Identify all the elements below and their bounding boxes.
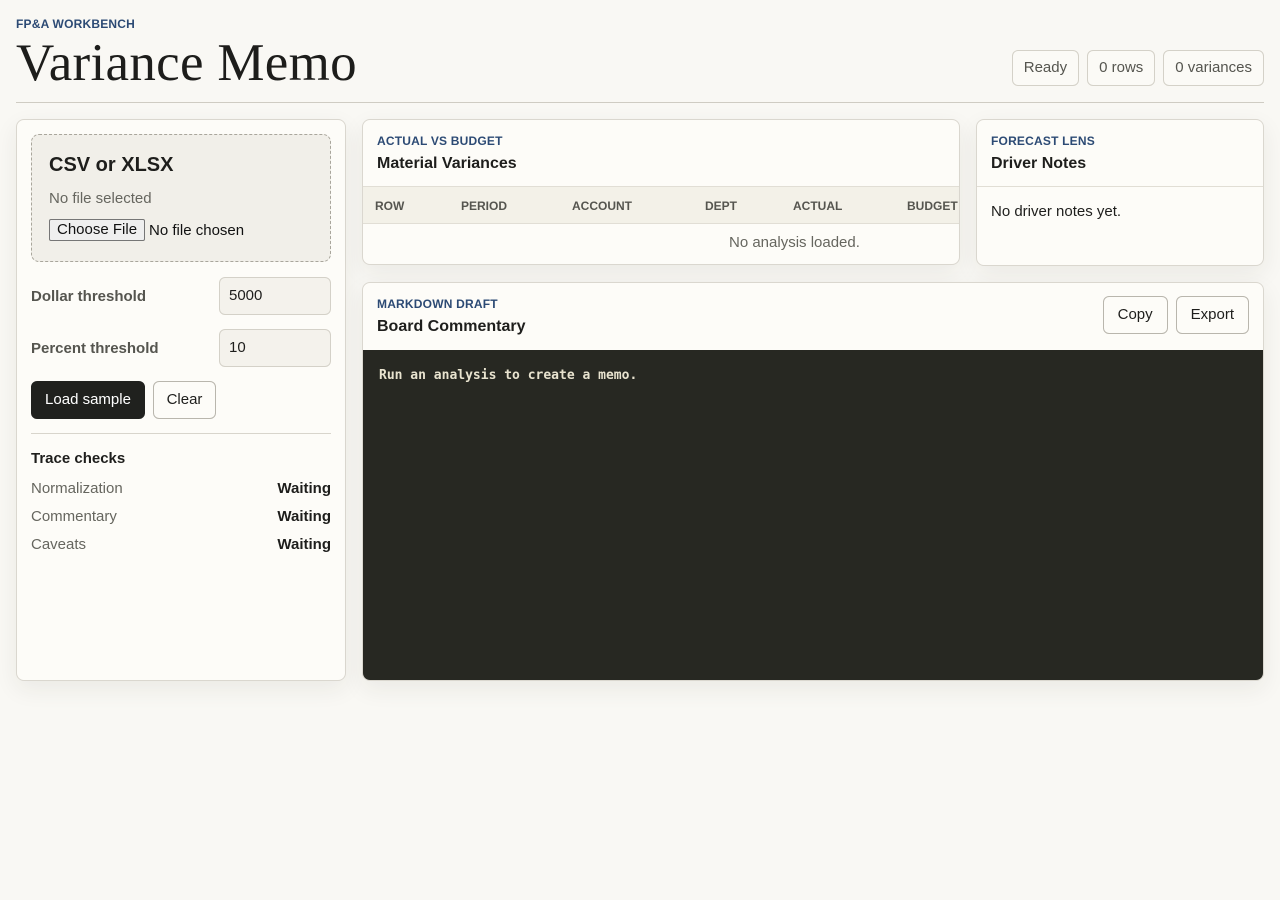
percent-threshold-input[interactable]: 10 [219,329,331,367]
file-status: No file selected [49,190,152,207]
trace-check-state: Waiting [277,536,331,553]
status-pills: Ready 0 rows 0 variances [1011,50,1264,86]
drivers-title: Driver Notes [991,155,1087,172]
memo-text: Run an analysis to create a memo. [379,368,638,383]
column-header-dept[interactable]: DEPT [705,199,737,213]
status-badge: Ready [1011,50,1080,86]
file-dropzone[interactable]: CSV or XLSX No file selected Choose File… [31,134,331,262]
column-header-row[interactable]: ROW [375,199,404,213]
file-chosen-text: No file chosen [149,221,245,239]
page-header: FP&A WORKBENCH Variance Memo Ready 0 row… [16,17,1264,103]
trace-check-name: Normalization [31,480,123,497]
load-sample-button[interactable]: Load sample [31,381,145,419]
variances-table-header: ROW PERIOD ACCOUNT DEPT ACTUAL BUDGET [363,186,959,224]
memo-title: Board Commentary [377,318,526,335]
variance-count-badge: 0 variances [1163,50,1264,86]
file-input[interactable]: Choose File No file chosen [49,219,244,241]
page-title: Variance Memo [16,34,357,92]
copy-button[interactable]: Copy [1102,296,1168,334]
board-commentary-panel: MARKDOWN DRAFT Board Commentary Copy Exp… [362,282,1264,681]
column-header-period[interactable]: PERIOD [461,199,507,213]
trace-check-row: Caveats Waiting [31,536,331,553]
trace-check-row: Normalization Waiting [31,480,331,497]
controls-panel: CSV or XLSX No file selected Choose File… [16,119,346,681]
variances-title: Material Variances [377,155,517,172]
memo-eyebrow: MARKDOWN DRAFT [377,297,498,311]
variances-empty-message: No analysis loaded. [729,234,860,251]
dropzone-title: CSV or XLSX [49,154,174,176]
app-eyebrow: FP&A WORKBENCH [16,17,136,31]
drivers-empty-message: No driver notes yet. [991,203,1122,220]
trace-check-state: Waiting [277,480,331,497]
trace-check-name: Commentary [31,508,117,525]
column-header-actual[interactable]: ACTUAL [793,199,842,213]
column-header-account[interactable]: ACCOUNT [572,199,632,213]
trace-check-state: Waiting [277,508,331,525]
dollar-threshold-label: Dollar threshold [31,288,147,305]
memo-actions: Copy Export [1102,296,1249,334]
percent-threshold-label: Percent threshold [31,340,159,357]
trace-check-row: Commentary Waiting [31,508,331,525]
export-button[interactable]: Export [1175,296,1249,334]
driver-notes-panel: FORECAST LENS Driver Notes No driver not… [976,119,1264,266]
divider [977,186,1263,187]
dollar-threshold-input[interactable]: 5000 [219,277,331,315]
divider [31,433,331,434]
clear-button[interactable]: Clear [153,381,216,419]
column-header-budget[interactable]: BUDGET [907,199,958,213]
variances-eyebrow: ACTUAL VS BUDGET [377,134,503,148]
material-variances-panel: ACTUAL VS BUDGET Material Variances ROW … [362,119,960,265]
trace-checks-title: Trace checks [31,450,126,467]
trace-check-name: Caveats [31,536,87,553]
memo-output[interactable]: Run an analysis to create a memo. [363,350,1263,680]
choose-file-button[interactable]: Choose File [49,219,146,241]
row-count-badge: 0 rows [1087,50,1156,86]
drivers-eyebrow: FORECAST LENS [991,134,1095,148]
